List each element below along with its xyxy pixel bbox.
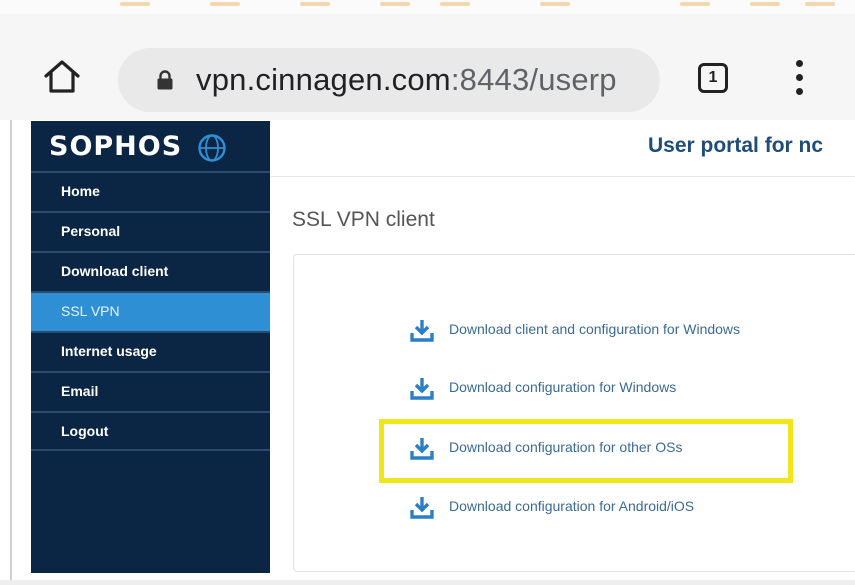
download-link-label: Download client and configuration for Wi… (449, 321, 741, 337)
page-edge-line (10, 120, 12, 585)
home-icon[interactable] (42, 58, 82, 94)
header-divider (271, 176, 855, 177)
portal-title: User portal for nc (648, 134, 824, 157)
sidebar-item-internet-usage[interactable]: Internet usage (31, 331, 270, 371)
sidebar-nav: Home Personal Download client SSL VPN In… (31, 171, 270, 451)
bottom-edge (0, 580, 855, 585)
url-domain: vpn.cinnagen.com (196, 62, 451, 97)
sidebar-item-ssl-vpn[interactable]: SSL VPN (31, 291, 270, 331)
download-icon (410, 436, 434, 460)
sidebar-item-home[interactable]: Home (31, 171, 270, 211)
download-icon (410, 318, 434, 342)
more-vert-icon[interactable] (790, 58, 810, 98)
sidebar-item-label: Email (61, 383, 99, 399)
download-icon (410, 376, 434, 400)
url-path: :8443/userp (450, 62, 617, 97)
download-panel (293, 254, 855, 572)
browser-toolbar: vpn.cinnagen.com:8443/userp 1 (0, 14, 855, 120)
download-link-label: Download configuration for other OSs (449, 439, 683, 455)
sidebar-item-logout[interactable]: Logout (31, 411, 270, 451)
logo-text: SOPHOS (49, 131, 183, 162)
address-bar[interactable]: vpn.cinnagen.com:8443/userp (118, 48, 660, 112)
sidebar-item-label: Personal (61, 223, 121, 239)
sidebar-item-label: Home (61, 183, 100, 199)
sidebar-item-label: Internet usage (61, 343, 157, 359)
download-link-label: Download configuration for Android/iOS (449, 498, 695, 514)
sidebar-item-download-client[interactable]: Download client (31, 251, 270, 291)
tab-count: 1 (708, 69, 718, 86)
sidebar-item-label: SSL VPN (61, 303, 120, 319)
sidebar-item-label: Download client (61, 263, 169, 279)
url-text[interactable]: vpn.cinnagen.com:8443/userp (196, 62, 617, 98)
sidebar-item-personal[interactable]: Personal (31, 211, 270, 251)
sidebar-item-label: Logout (61, 423, 109, 439)
lock-icon (156, 70, 174, 90)
download-icon (410, 495, 434, 519)
sidebar: SOPHOS Home Personal Download client SSL… (31, 121, 270, 573)
sidebar-item-email[interactable]: Email (31, 371, 270, 411)
top-faded-strip (0, 0, 855, 14)
tabs-counter-icon[interactable]: 1 (698, 63, 728, 93)
sophos-globe-icon (197, 133, 227, 163)
section-title: SSL VPN client (292, 208, 435, 231)
download-link-label: Download configuration for Windows (449, 379, 677, 395)
